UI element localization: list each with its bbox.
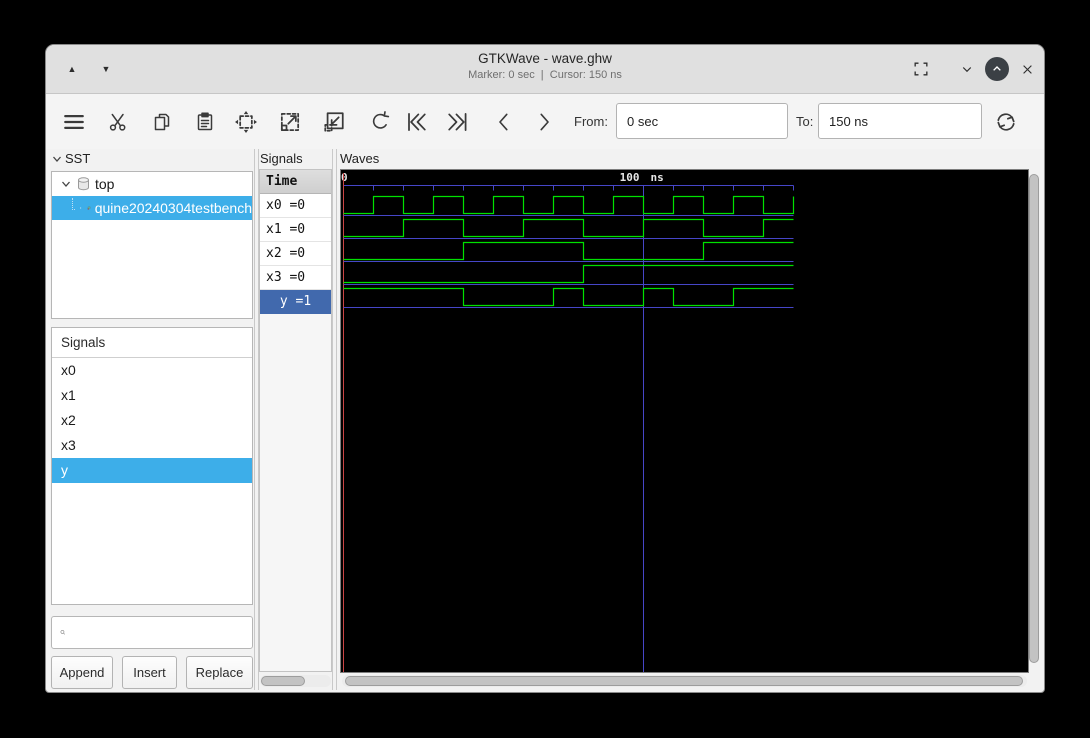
previous-edge-button[interactable]: [488, 106, 520, 138]
tree-item-label: top: [95, 176, 115, 192]
wave-canvas[interactable]: 0 100 ns: [340, 169, 1029, 673]
shade-up-button[interactable]: ▲: [58, 55, 86, 83]
from-label: From:: [574, 114, 608, 129]
search-icon: [60, 630, 66, 635]
skip-to-start-icon: [408, 112, 426, 132]
signal-list-header: Signals: [52, 328, 252, 358]
sst-label: SST: [65, 151, 91, 166]
shade-down-button[interactable]: ▼: [92, 55, 120, 83]
tree-item-label: quine20240304testbench: [94, 200, 252, 216]
append-button[interactable]: Append: [51, 656, 113, 689]
name-row-x0[interactable]: x0 =0: [260, 194, 331, 218]
zoom-out-button[interactable]: [318, 106, 350, 138]
signal-names-panel: Time x0 =0 x1 =0 x2 =0 x3 =0 y =1: [259, 169, 332, 672]
window-subtitle: Marker: 0 sec | Cursor: 150 ns: [468, 69, 622, 81]
toolbar: From: To:: [46, 94, 1044, 149]
list-item-x2[interactable]: x2: [52, 408, 252, 433]
hamburger-menu-icon: [64, 115, 84, 129]
insert-button[interactable]: Insert: [122, 656, 177, 689]
paste-clipboard-icon: [197, 112, 213, 131]
search-box[interactable]: [51, 616, 253, 649]
tree-guide-line: [72, 197, 76, 210]
sst-tree: top quine20240304testbench: [51, 171, 253, 319]
name-row-x3[interactable]: x3 =0: [260, 266, 331, 290]
close-button[interactable]: [1013, 55, 1041, 83]
window-title: GTKWave - wave.ghw: [478, 51, 612, 66]
replace-button[interactable]: Replace: [186, 656, 253, 689]
next-edge-button[interactable]: [528, 106, 560, 138]
zoom-fit-icon: [235, 111, 257, 133]
go-to-end-button[interactable]: [442, 106, 474, 138]
paste-button[interactable]: [189, 106, 221, 138]
undo-arrow-icon: [372, 111, 390, 129]
cut-button[interactable]: [102, 106, 134, 138]
list-item-y[interactable]: y: [52, 458, 252, 483]
chevron-left-icon: [499, 113, 508, 131]
module-globe-icon: [87, 206, 91, 210]
signal-search-list: Signals x0 x1 x2 x3 y: [51, 327, 253, 605]
triangle-down-icon: ▼: [101, 63, 111, 74]
go-to-start-button[interactable]: [400, 106, 432, 138]
to-label: To:: [796, 114, 814, 129]
reload-button[interactable]: [990, 106, 1022, 138]
name-row-y[interactable]: y =1: [260, 290, 331, 314]
chevron-right-icon: [540, 113, 549, 131]
close-icon: [1022, 64, 1032, 74]
name-row-x2[interactable]: x2 =0: [260, 242, 331, 266]
waves-hscrollbar-thumb[interactable]: [345, 676, 1023, 686]
undo-button[interactable]: [364, 106, 396, 138]
right-splitter[interactable]: [332, 149, 337, 690]
zoom-out-arrow-icon: [324, 112, 344, 132]
skip-to-end-icon: [448, 112, 467, 132]
names-hscrollbar-thumb[interactable]: [261, 676, 305, 686]
to-input[interactable]: [818, 103, 982, 139]
chevron-down-icon: [962, 67, 972, 73]
maximize-icon: [914, 62, 928, 76]
menu-chevron-button[interactable]: [953, 55, 981, 83]
time-header: Time: [260, 170, 331, 194]
copy-icon: [154, 113, 170, 131]
titlebar[interactable]: ▲ ▼ GTKWave - wave.ghw Marker: 0 sec | C…: [46, 45, 1044, 94]
waves-hscrollbar-track[interactable]: [342, 675, 1027, 687]
menu-button[interactable]: [58, 106, 90, 138]
database-cylinder-icon: [78, 177, 89, 191]
expander-down-icon: [62, 181, 70, 187]
expander-right-icon: [80, 206, 82, 210]
name-row-x1[interactable]: x1 =0: [260, 218, 331, 242]
list-item-x3[interactable]: x3: [52, 433, 252, 458]
gtkwave-window: ▲ ▼ GTKWave - wave.ghw Marker: 0 sec | C…: [45, 44, 1045, 693]
tree-item-top[interactable]: top: [52, 172, 252, 196]
triangle-up-icon: ▲: [67, 63, 77, 74]
sst-header[interactable]: SST: [51, 151, 90, 166]
zoom-in-button[interactable]: [274, 106, 306, 138]
copy-button[interactable]: [146, 106, 178, 138]
list-item-x1[interactable]: x1: [52, 383, 252, 408]
from-input[interactable]: [616, 103, 788, 139]
list-item-x0[interactable]: x0: [52, 358, 252, 383]
zoom-in-arrow-icon: [280, 112, 300, 132]
svg-text:100: 100: [620, 171, 640, 184]
chevron-up-icon: [993, 66, 1001, 71]
names-frame-label: Signals: [260, 151, 303, 166]
scissors-icon: [109, 113, 126, 131]
zoom-fit-button[interactable]: [230, 106, 262, 138]
svg-text:0: 0: [341, 171, 348, 184]
expander-down-icon: [53, 156, 61, 162]
reload-icon: [997, 113, 1015, 131]
waves-frame-label: Waves: [340, 151, 380, 166]
keep-above-button[interactable]: [985, 57, 1009, 81]
wave-canvas-svg[interactable]: 0 100 ns: [341, 170, 1028, 672]
search-input[interactable]: [72, 624, 252, 641]
maximize-button[interactable]: [907, 55, 935, 83]
titlebar-text: GTKWave - wave.ghw Marker: 0 sec | Curso…: [46, 51, 1044, 81]
names-hscrollbar-track[interactable]: [260, 675, 331, 687]
waves-vscrollbar-thumb[interactable]: [1029, 174, 1039, 663]
svg-text:ns: ns: [651, 171, 664, 184]
tree-item-testbench[interactable]: quine20240304testbench: [52, 196, 252, 220]
